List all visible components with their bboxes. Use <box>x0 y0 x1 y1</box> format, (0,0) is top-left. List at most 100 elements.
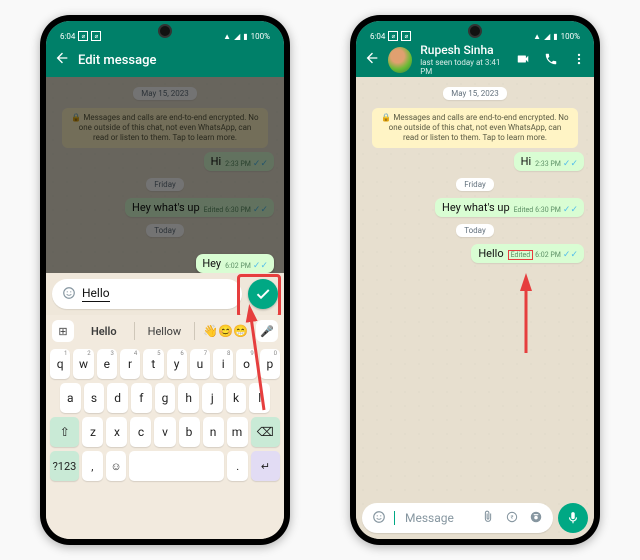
day-chip: Today <box>456 224 494 237</box>
key-x[interactable]: x <box>106 417 127 447</box>
message-bubble[interactable]: Hello Edited 6:02 PM✓✓ <box>471 244 584 263</box>
dim-overlay <box>46 77 284 279</box>
key-n[interactable]: n <box>203 417 224 447</box>
period-key[interactable]: . <box>227 451 248 481</box>
battery-icon: ▮ <box>243 32 247 41</box>
numeric-key[interactable]: ?123 <box>50 451 79 481</box>
confirm-edit-button[interactable] <box>248 279 278 309</box>
compose-row: Message ₹ <box>356 503 594 533</box>
message-bubble[interactable]: Hey what's up Edited 6:30 PM✓✓ <box>435 198 584 217</box>
status-icon: ⌀ <box>91 31 101 41</box>
battery-text: 100% <box>561 32 580 41</box>
status-icon: ⌀ <box>388 31 398 41</box>
edit-input-text: Hello <box>82 286 110 302</box>
message-placeholder: Message <box>405 511 454 525</box>
wifi-icon: ▲ <box>533 32 541 41</box>
edit-input[interactable]: Hello <box>52 279 242 309</box>
key-f[interactable]: f <box>131 383 152 413</box>
text-cursor <box>394 511 395 525</box>
key-q[interactable]: q1 <box>50 349 70 379</box>
wifi-icon: ▲ <box>223 32 231 41</box>
last-seen: last seen today at 3:41 PM <box>420 58 508 76</box>
key-s[interactable]: s <box>84 383 105 413</box>
day-chip: Friday <box>456 178 494 191</box>
key-i[interactable]: i8 <box>213 349 233 379</box>
suggestion[interactable]: Hellow <box>139 325 191 338</box>
message-bubble[interactable]: Hi 2:33 PM✓✓ <box>514 152 584 171</box>
key-p[interactable]: p0 <box>260 349 280 379</box>
key-row: ⇧zxcvbnm⌫ <box>46 415 284 449</box>
key-o[interactable]: o9 <box>236 349 256 379</box>
battery-text: 100% <box>251 32 270 41</box>
edited-label: Edited <box>508 250 534 260</box>
key-c[interactable]: c <box>130 417 151 447</box>
key-r[interactable]: r4 <box>120 349 140 379</box>
chat-body[interactable]: May 15, 2023 🔒 Messages and calls are en… <box>356 77 594 539</box>
avatar[interactable] <box>388 47 412 73</box>
key-⇧[interactable]: ⇧ <box>50 417 79 447</box>
voice-input-icon[interactable]: 🎤 <box>256 320 278 342</box>
signal-icon: ◢ <box>234 32 240 41</box>
date-chip: May 15, 2023 <box>443 87 507 100</box>
more-icon[interactable] <box>572 51 586 70</box>
emoji-icon[interactable] <box>62 285 76 304</box>
key-⌫[interactable]: ⌫ <box>251 417 280 447</box>
edit-header: Edit message <box>46 42 284 78</box>
key-a[interactable]: a <box>60 383 81 413</box>
key-k[interactable]: k <box>226 383 247 413</box>
voice-call-icon[interactable] <box>544 51 558 70</box>
key-m[interactable]: m <box>227 417 248 447</box>
contact-name: Rupesh Sinha <box>420 44 508 57</box>
key-z[interactable]: z <box>82 417 103 447</box>
svg-text:₹: ₹ <box>511 514 514 520</box>
header-text[interactable]: Rupesh Sinha last seen today at 3:41 PM <box>420 44 508 75</box>
space-key[interactable] <box>129 451 224 481</box>
phone-chat-view: 6:04 ⌀ ⌀ ▲ ◢ ▮ 100% Rupesh Sinha <box>350 15 600 545</box>
chat-header: Rupesh Sinha last seen today at 3:41 PM <box>356 42 594 78</box>
comma-key[interactable]: , <box>82 451 103 481</box>
key-h[interactable]: h <box>178 383 199 413</box>
key-row: asdfghjkl <box>46 381 284 415</box>
key-u[interactable]: u7 <box>190 349 210 379</box>
key-w[interactable]: w2 <box>73 349 93 379</box>
key-e[interactable]: e3 <box>97 349 117 379</box>
back-button[interactable] <box>364 50 380 70</box>
back-button[interactable] <box>54 50 70 70</box>
rupee-icon[interactable]: ₹ <box>505 509 519 528</box>
key-v[interactable]: v <box>154 417 175 447</box>
message-being-edited[interactable]: Hey 6:02 PM✓✓ <box>196 254 274 273</box>
emoji-icon[interactable] <box>372 509 386 528</box>
encryption-notice[interactable]: 🔒 Messages and calls are end-to-end encr… <box>372 108 578 148</box>
suggestion-row: ⊞ Hello Hellow 👋😊😁 🎤 <box>46 315 284 347</box>
enter-key[interactable]: ↵ <box>251 451 280 481</box>
attach-icon[interactable] <box>481 509 495 528</box>
emoji-key[interactable]: ☺ <box>106 451 127 481</box>
battery-icon: ▮ <box>553 32 557 41</box>
mic-button[interactable] <box>558 503 588 533</box>
key-j[interactable]: j <box>202 383 223 413</box>
key-row: q1w2e3r4t5y6u7i8o9p0 <box>46 347 284 381</box>
key-row: ?123 , ☺ . ↵ <box>46 449 284 483</box>
signal-icon: ◢ <box>544 32 550 41</box>
phone-edit-message: 6:04 ⌀ ⌀ ▲ ◢ ▮ 100% Edit message <box>40 15 290 545</box>
status-icon: ⌀ <box>401 31 411 41</box>
header-title: Edit message <box>78 53 156 68</box>
chat-body: May 15, 2023 🔒 Messages and calls are en… <box>46 77 284 279</box>
key-b[interactable]: b <box>179 417 200 447</box>
key-d[interactable]: d <box>107 383 128 413</box>
key-t[interactable]: t5 <box>143 349 163 379</box>
suggestion[interactable]: Hello <box>78 325 130 338</box>
camera-icon[interactable] <box>529 509 543 528</box>
edit-input-row: Hello <box>46 273 284 315</box>
keyboard-menu-icon[interactable]: ⊞ <box>52 320 74 342</box>
emoji-suggestions[interactable]: 👋😊😁 <box>199 324 252 338</box>
key-l[interactable]: l <box>249 383 270 413</box>
video-call-icon[interactable] <box>516 51 530 70</box>
keyboard: ⊞ Hello Hellow 👋😊😁 🎤 q1w2e3r4t5y6u7i8o9p… <box>46 315 284 539</box>
status-bar: 6:04 ⌀ ⌀ ▲ ◢ ▮ 100% <box>356 21 594 42</box>
status-bar: 6:04 ⌀ ⌀ ▲ ◢ ▮ 100% <box>46 21 284 42</box>
message-input[interactable]: Message ₹ <box>362 503 553 533</box>
key-g[interactable]: g <box>155 383 176 413</box>
status-time: 6:04 <box>60 32 75 41</box>
key-y[interactable]: y6 <box>167 349 187 379</box>
